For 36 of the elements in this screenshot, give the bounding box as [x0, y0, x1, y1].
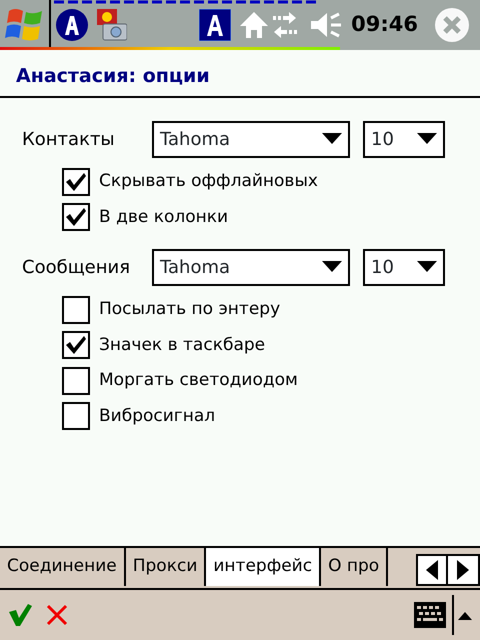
tab[interactable]: интерфейс [206, 548, 322, 586]
keyboard-icon[interactable] [414, 602, 446, 628]
size-dropdown[interactable]: 10 [363, 120, 445, 158]
font-dropdown[interactable]: Tahoma [152, 248, 350, 286]
section-label: Контакты [21, 128, 116, 152]
checkbox[interactable] [62, 168, 90, 196]
checkbox[interactable] [62, 296, 90, 324]
checkbox[interactable] [62, 402, 90, 430]
font-dropdown[interactable]: Tahoma [152, 120, 350, 158]
dropdown-caret-icon [322, 261, 342, 273]
letter-a-icon[interactable] [199, 9, 232, 41]
letter-a-circle-icon[interactable] [55, 8, 89, 42]
size-dropdown[interactable]: 10 [363, 248, 445, 286]
scroll-right-button[interactable] [448, 554, 480, 586]
ok-check-icon[interactable] [8, 603, 32, 627]
checkbox-label: Моргать светодиодом [99, 369, 298, 392]
checkbox-label: Вибросигнал [99, 404, 216, 428]
right-triangle-icon [457, 560, 469, 580]
checkbox[interactable] [62, 366, 90, 395]
checkbox[interactable] [62, 203, 90, 232]
dropdown-caret-icon [417, 261, 437, 273]
checkbox-label: Посылать по энтеру [99, 298, 280, 321]
clock-time[interactable]: 09:46 [351, 9, 418, 41]
dropdown-caret-icon [322, 133, 342, 145]
cancel-x-icon[interactable] [46, 604, 68, 626]
section-label: Сообщения [21, 256, 132, 280]
scroll-left-button[interactable] [416, 554, 448, 586]
sip-up-arrow-icon[interactable] [458, 610, 472, 620]
page-title: Анастасия: опции [16, 65, 210, 87]
checkbox[interactable] [62, 331, 90, 360]
checkbox-label: Значек в таскбаре [99, 334, 266, 356]
camera-icon[interactable] [95, 8, 127, 42]
checkbox-label: Скрывать оффлайновых [99, 170, 318, 193]
left-triangle-icon [426, 560, 438, 580]
dropdown-caret-icon [417, 133, 437, 145]
checkbox-label: В две колонки [99, 206, 228, 228]
